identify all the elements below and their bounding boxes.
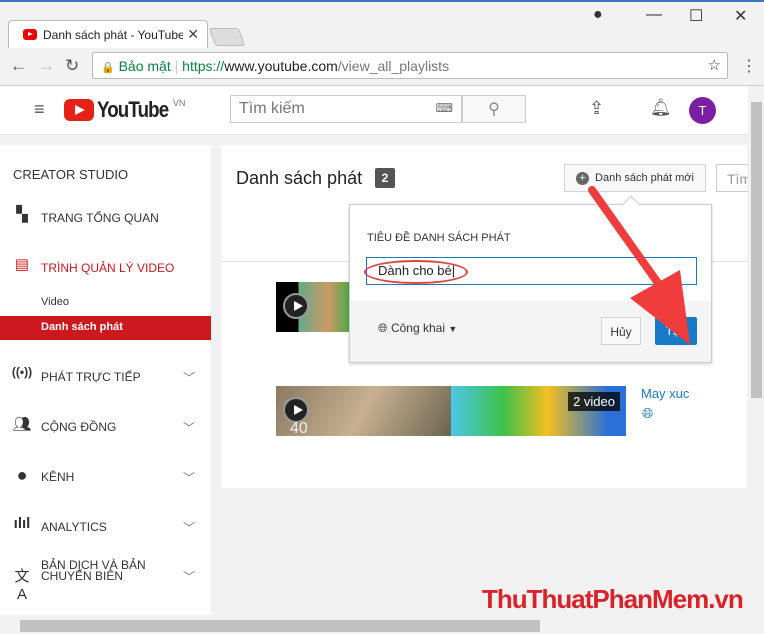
profile-icon[interactable]: ●	[593, 6, 603, 24]
vertical-scrollbar-thumb[interactable]	[751, 102, 762, 398]
privacy-value: Công khai	[390, 321, 445, 335]
youtube-logo[interactable]: YouTube VN	[64, 97, 186, 122]
keyboard-icon[interactable]: ⌨	[436, 101, 453, 115]
sidebar-item-playlists[interactable]: Danh sách phát	[0, 316, 211, 340]
search-input[interactable]: Tìm kiếm ⌨	[230, 95, 462, 123]
bell-icon[interactable]: 🔔︎	[650, 98, 672, 118]
watermark: ThuThuatPhanMem.vn	[482, 584, 744, 614]
translate-icon: 文A	[14, 568, 30, 603]
chevron-down-icon: ﹀	[183, 421, 196, 435]
url-path: /view_all_playlists	[337, 58, 450, 74]
search-button[interactable]: ⚲	[462, 95, 526, 123]
sidebar-item-label: ANALYTICS	[41, 520, 107, 534]
address-bar[interactable]: 🔒 Bảo mật | https://www.youtube.com/view…	[92, 52, 728, 79]
horizontal-scrollbar-thumb[interactable]	[20, 620, 540, 632]
minimize-button[interactable]: —	[646, 6, 662, 24]
url-host: www.youtube.com	[224, 58, 338, 74]
page-title: Danh sách phát	[236, 168, 363, 188]
thumbnail-overlay-text: 40	[290, 420, 308, 436]
live-broadcast-icon: ((•))	[11, 365, 33, 379]
video-manager-icon: ▤	[14, 256, 30, 273]
sidebar: CREATOR STUDIO ▚ TRANG TỔNG QUAN ▤ TRÌNH Q…	[0, 145, 211, 615]
sidebar-item-video-manager[interactable]: ▤ TRÌNH QUẢN LÝ VIDEO	[0, 255, 211, 277]
sidebar-item-community[interactable]: 👥︎ CỘNG ĐỒNG ﹀	[0, 415, 211, 437]
chevron-down-icon: ﹀	[183, 471, 196, 485]
chevron-down-icon: ﹀	[183, 371, 196, 385]
new-tab-button[interactable]	[208, 28, 246, 46]
hamburger-menu-icon[interactable]: ≡	[34, 99, 45, 120]
chevron-down-icon: ﹀	[183, 570, 196, 584]
close-tab-icon[interactable]: ✕	[187, 26, 199, 43]
browser-tab[interactable]: Danh sách phát - YouTube ✕	[8, 20, 208, 48]
lock-icon: 🔒	[101, 62, 115, 74]
youtube-header: ≡ YouTube VN Tìm kiếm ⌨ ⚲ ⇪ 🔔︎ T	[0, 86, 748, 135]
privacy-dropdown[interactable]: 🌐︎ Công khai ▼	[378, 321, 457, 336]
sidebar-item-label: PHÁT TRỰC TIẾP	[41, 370, 141, 384]
playlist-thumbnail[interactable]: 40	[276, 386, 451, 436]
video-count-badge: 2 video	[568, 392, 620, 411]
sidebar-item-label: BẢN DỊCH VÀ BẢN CHUYỂN BIÊN	[41, 558, 146, 583]
sidebar-item-live[interactable]: ((•)) PHÁT TRỰC TIẾP ﹀	[0, 365, 211, 387]
community-icon: 👥︎	[12, 416, 32, 433]
menu-dots-icon[interactable]: ⋮	[741, 56, 757, 76]
youtube-favicon-icon	[23, 29, 37, 40]
upload-icon[interactable]: ⇪	[589, 98, 604, 119]
forward-icon[interactable]: →	[38, 56, 55, 76]
url-scheme: https://	[182, 58, 225, 74]
bookmark-star-icon[interactable]: ☆	[708, 56, 721, 74]
search-icon: ⚲	[488, 101, 500, 118]
sidebar-item-label: TRÌNH QUẢN LÝ VIDEO	[41, 261, 175, 275]
reload-icon[interactable]: ↻	[65, 56, 79, 76]
chevron-down-icon: ﹀	[183, 521, 196, 535]
playlist-title-label: TIÊU ĐỀ DANH SÁCH PHÁT	[367, 232, 511, 244]
annotation-arrow	[588, 186, 690, 345]
sidebar-item-analytics[interactable]: ılıl ANALYTICS ﹀	[0, 515, 211, 537]
public-globe-icon: 🌐︎	[642, 405, 654, 421]
browser-titlebar: Danh sách phát - YouTube ✕ ● — ☐ ✕	[0, 0, 764, 48]
sidebar-item-label: KÊNH	[41, 470, 75, 484]
back-icon[interactable]: ←	[10, 56, 27, 76]
search-placeholder: Tìm kiếm	[239, 100, 305, 117]
logo-text: YouTube	[97, 97, 169, 122]
sidebar-item-channel[interactable]: ● KÊNH ﹀	[0, 465, 211, 487]
globe-icon: 🌐︎	[378, 321, 388, 335]
sidebar-title: CREATOR STUDIO	[13, 167, 129, 182]
dashboard-icon: ▚	[16, 206, 28, 223]
account-circle-icon: ●	[16, 465, 28, 485]
maximize-button[interactable]: ☐	[689, 6, 703, 26]
playlist-thumbnail[interactable]: 2 video	[451, 386, 626, 436]
region-label: VN	[172, 98, 186, 108]
playlist-thumbnail[interactable]	[276, 282, 351, 332]
sidebar-item-label: Video	[41, 296, 69, 308]
arrow-head	[630, 270, 690, 345]
sidebar-item-dashboard[interactable]: ▚ TRANG TỔNG QUAN	[0, 205, 211, 227]
playlist-count-badge: 2	[375, 168, 395, 188]
secure-label: Bảo mật	[118, 58, 171, 74]
youtube-play-logo-icon	[64, 99, 94, 121]
browser-toolbar: ← → ↻ 🔒 Bảo mật | https://www.youtube.co…	[0, 48, 764, 86]
play-icon	[283, 293, 309, 319]
analytics-bars-icon: ılıl	[13, 515, 31, 532]
annotation-circle	[364, 260, 468, 284]
sidebar-item-label: TRANG TỔNG QUAN	[41, 211, 159, 225]
caret-down-icon: ▼	[448, 324, 458, 334]
playlist-title-link[interactable]: May xuc	[641, 386, 689, 401]
sidebar-item-translations[interactable]: 文A BẢN DỊCH VÀ BẢN CHUYỂN BIÊN ﹀	[0, 558, 211, 603]
sidebar-item-label: CỘNG ĐỒNG	[41, 420, 117, 434]
tab-title: Danh sách phát - YouTube	[43, 28, 183, 42]
sidebar-item-label: Danh sách phát	[41, 321, 123, 333]
avatar[interactable]: T	[689, 97, 716, 124]
close-window-button[interactable]: ✕	[734, 6, 747, 26]
